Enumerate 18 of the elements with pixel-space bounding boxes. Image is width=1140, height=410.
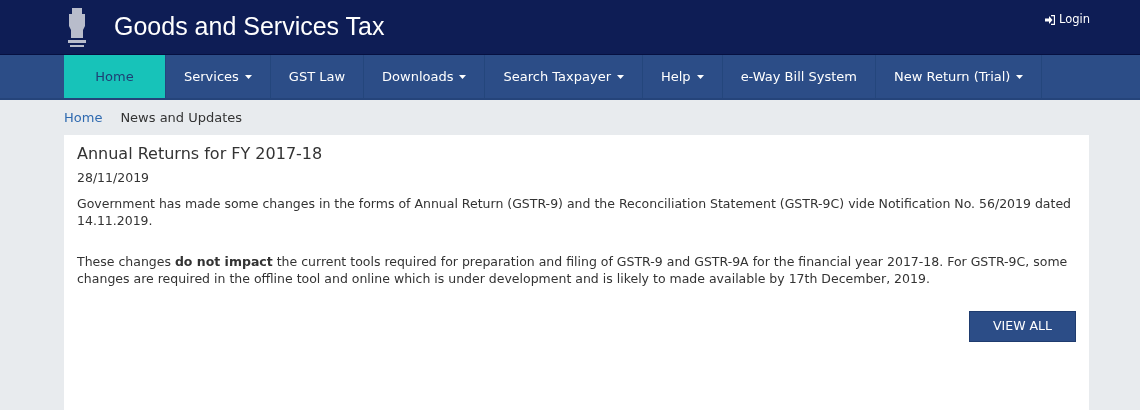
view-all-button[interactable]: VIEW ALL	[969, 311, 1076, 343]
nav-tab[interactable]: Services	[166, 55, 271, 98]
sign-in-icon	[1044, 14, 1055, 25]
nav-tab[interactable]: Downloads	[364, 55, 486, 98]
login-link[interactable]: Login	[1044, 11, 1090, 29]
article-title: Annual Returns for FY 2017-18	[77, 143, 324, 163]
nav-tab[interactable]: Home	[64, 55, 166, 98]
site-title: Goods and Services Tax	[114, 11, 385, 43]
breadcrumb-link[interactable]: Home	[64, 108, 103, 128]
nav-tab[interactable]: Help	[643, 55, 723, 98]
article-paragraph: Government has made some changes in the forms of Annual Return (GSTR-9) and the Reconciliation Statement (GSTR-9C) vide Notification No. 56/2019 dated 14.11.2019.	[77, 195, 1073, 230]
article-date: 28/11/2019	[77, 168, 151, 187]
nav-tab[interactable]: GST Law	[270, 55, 365, 98]
nav-tab[interactable]: New Return (Trial)	[875, 55, 1043, 98]
article-paragraph: These changes do not impact the current tools required for preparation and filing of GSTR-9 and GSTR-9A for the financial year 2017-18. For GSTR-9C, some changes are required in the offline tool and online which is under development and is likely to made available by 17th December, 2019.	[77, 253, 1069, 288]
breadcrumb-current: News and Updates	[120, 109, 243, 127]
nav-tab[interactable]: e-Way Bill System	[722, 55, 876, 98]
nav-tab[interactable]: Search Taxpayer	[485, 55, 643, 98]
